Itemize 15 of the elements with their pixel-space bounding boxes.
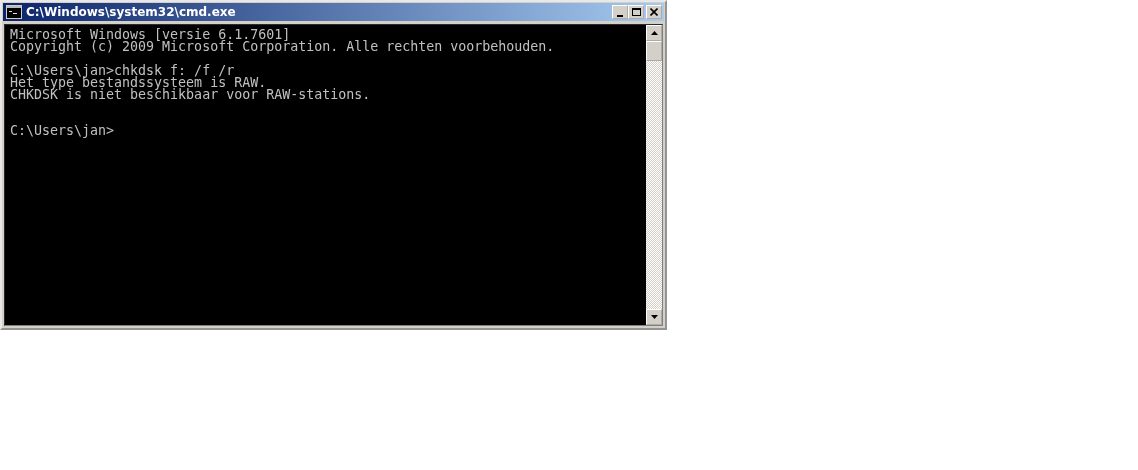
minimize-button[interactable] (612, 5, 628, 19)
scroll-down-button[interactable] (646, 309, 662, 325)
down-arrow-icon (650, 315, 658, 319)
scroll-up-button[interactable] (646, 25, 662, 41)
close-icon (650, 8, 658, 16)
maximize-button[interactable] (628, 5, 644, 19)
console-line: Microsoft Windows [versie 6.1.7601] (10, 27, 291, 39)
console-icon (6, 5, 22, 19)
minimize-icon (617, 14, 623, 17)
scroll-thumb[interactable] (646, 41, 662, 61)
close-button[interactable] (646, 5, 662, 19)
scrollbar[interactable] (646, 25, 662, 325)
maximize-icon (631, 8, 641, 16)
window-title: C:\Windows\system32\cmd.exe (26, 5, 237, 19)
up-arrow-icon (650, 31, 658, 35)
